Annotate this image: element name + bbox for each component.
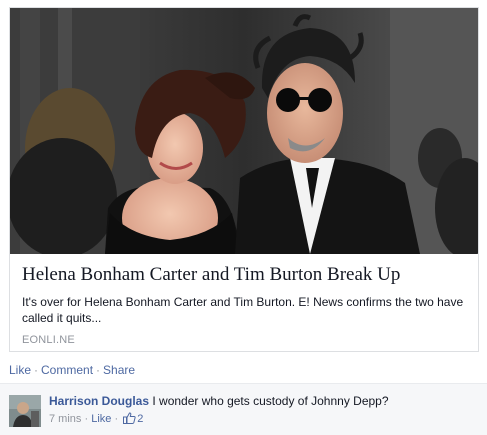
comment-section: Harrison Douglas I wonder who gets custo… [0, 383, 487, 435]
like-link[interactable]: Like [9, 363, 31, 377]
link-preview-image[interactable] [10, 8, 478, 254]
comment-text: I wonder who gets custody of Johnny Depp… [152, 394, 389, 408]
comment-timestamp[interactable]: 7 mins [49, 413, 81, 425]
link-preview-card[interactable]: Helena Bonham Carter and Tim Burton Brea… [9, 7, 479, 352]
link-title[interactable]: Helena Bonham Carter and Tim Burton Brea… [22, 264, 472, 286]
comment-author[interactable]: Harrison Douglas [49, 394, 149, 408]
thumbs-up-icon[interactable] [123, 412, 136, 429]
separator: · [84, 413, 89, 425]
link-domain: EONLI.NE [22, 334, 75, 346]
separator: · [34, 363, 39, 377]
separator: · [96, 363, 101, 377]
separator: · [114, 413, 119, 425]
link-description[interactable]: It's over for Helena Bonham Carter and T… [22, 294, 472, 326]
commenter-avatar[interactable] [9, 395, 41, 427]
comment-like-link[interactable]: Like [91, 413, 111, 425]
comment-meta: 7 mins · Like · 2 [49, 411, 143, 429]
comment-like-count[interactable]: 2 [137, 413, 143, 425]
post-actions: Like · Comment · Share [9, 363, 135, 377]
comment-link[interactable]: Comment [41, 363, 93, 377]
share-link[interactable]: Share [103, 363, 135, 377]
comment-text-line: Harrison Douglas I wonder who gets custo… [49, 393, 389, 409]
